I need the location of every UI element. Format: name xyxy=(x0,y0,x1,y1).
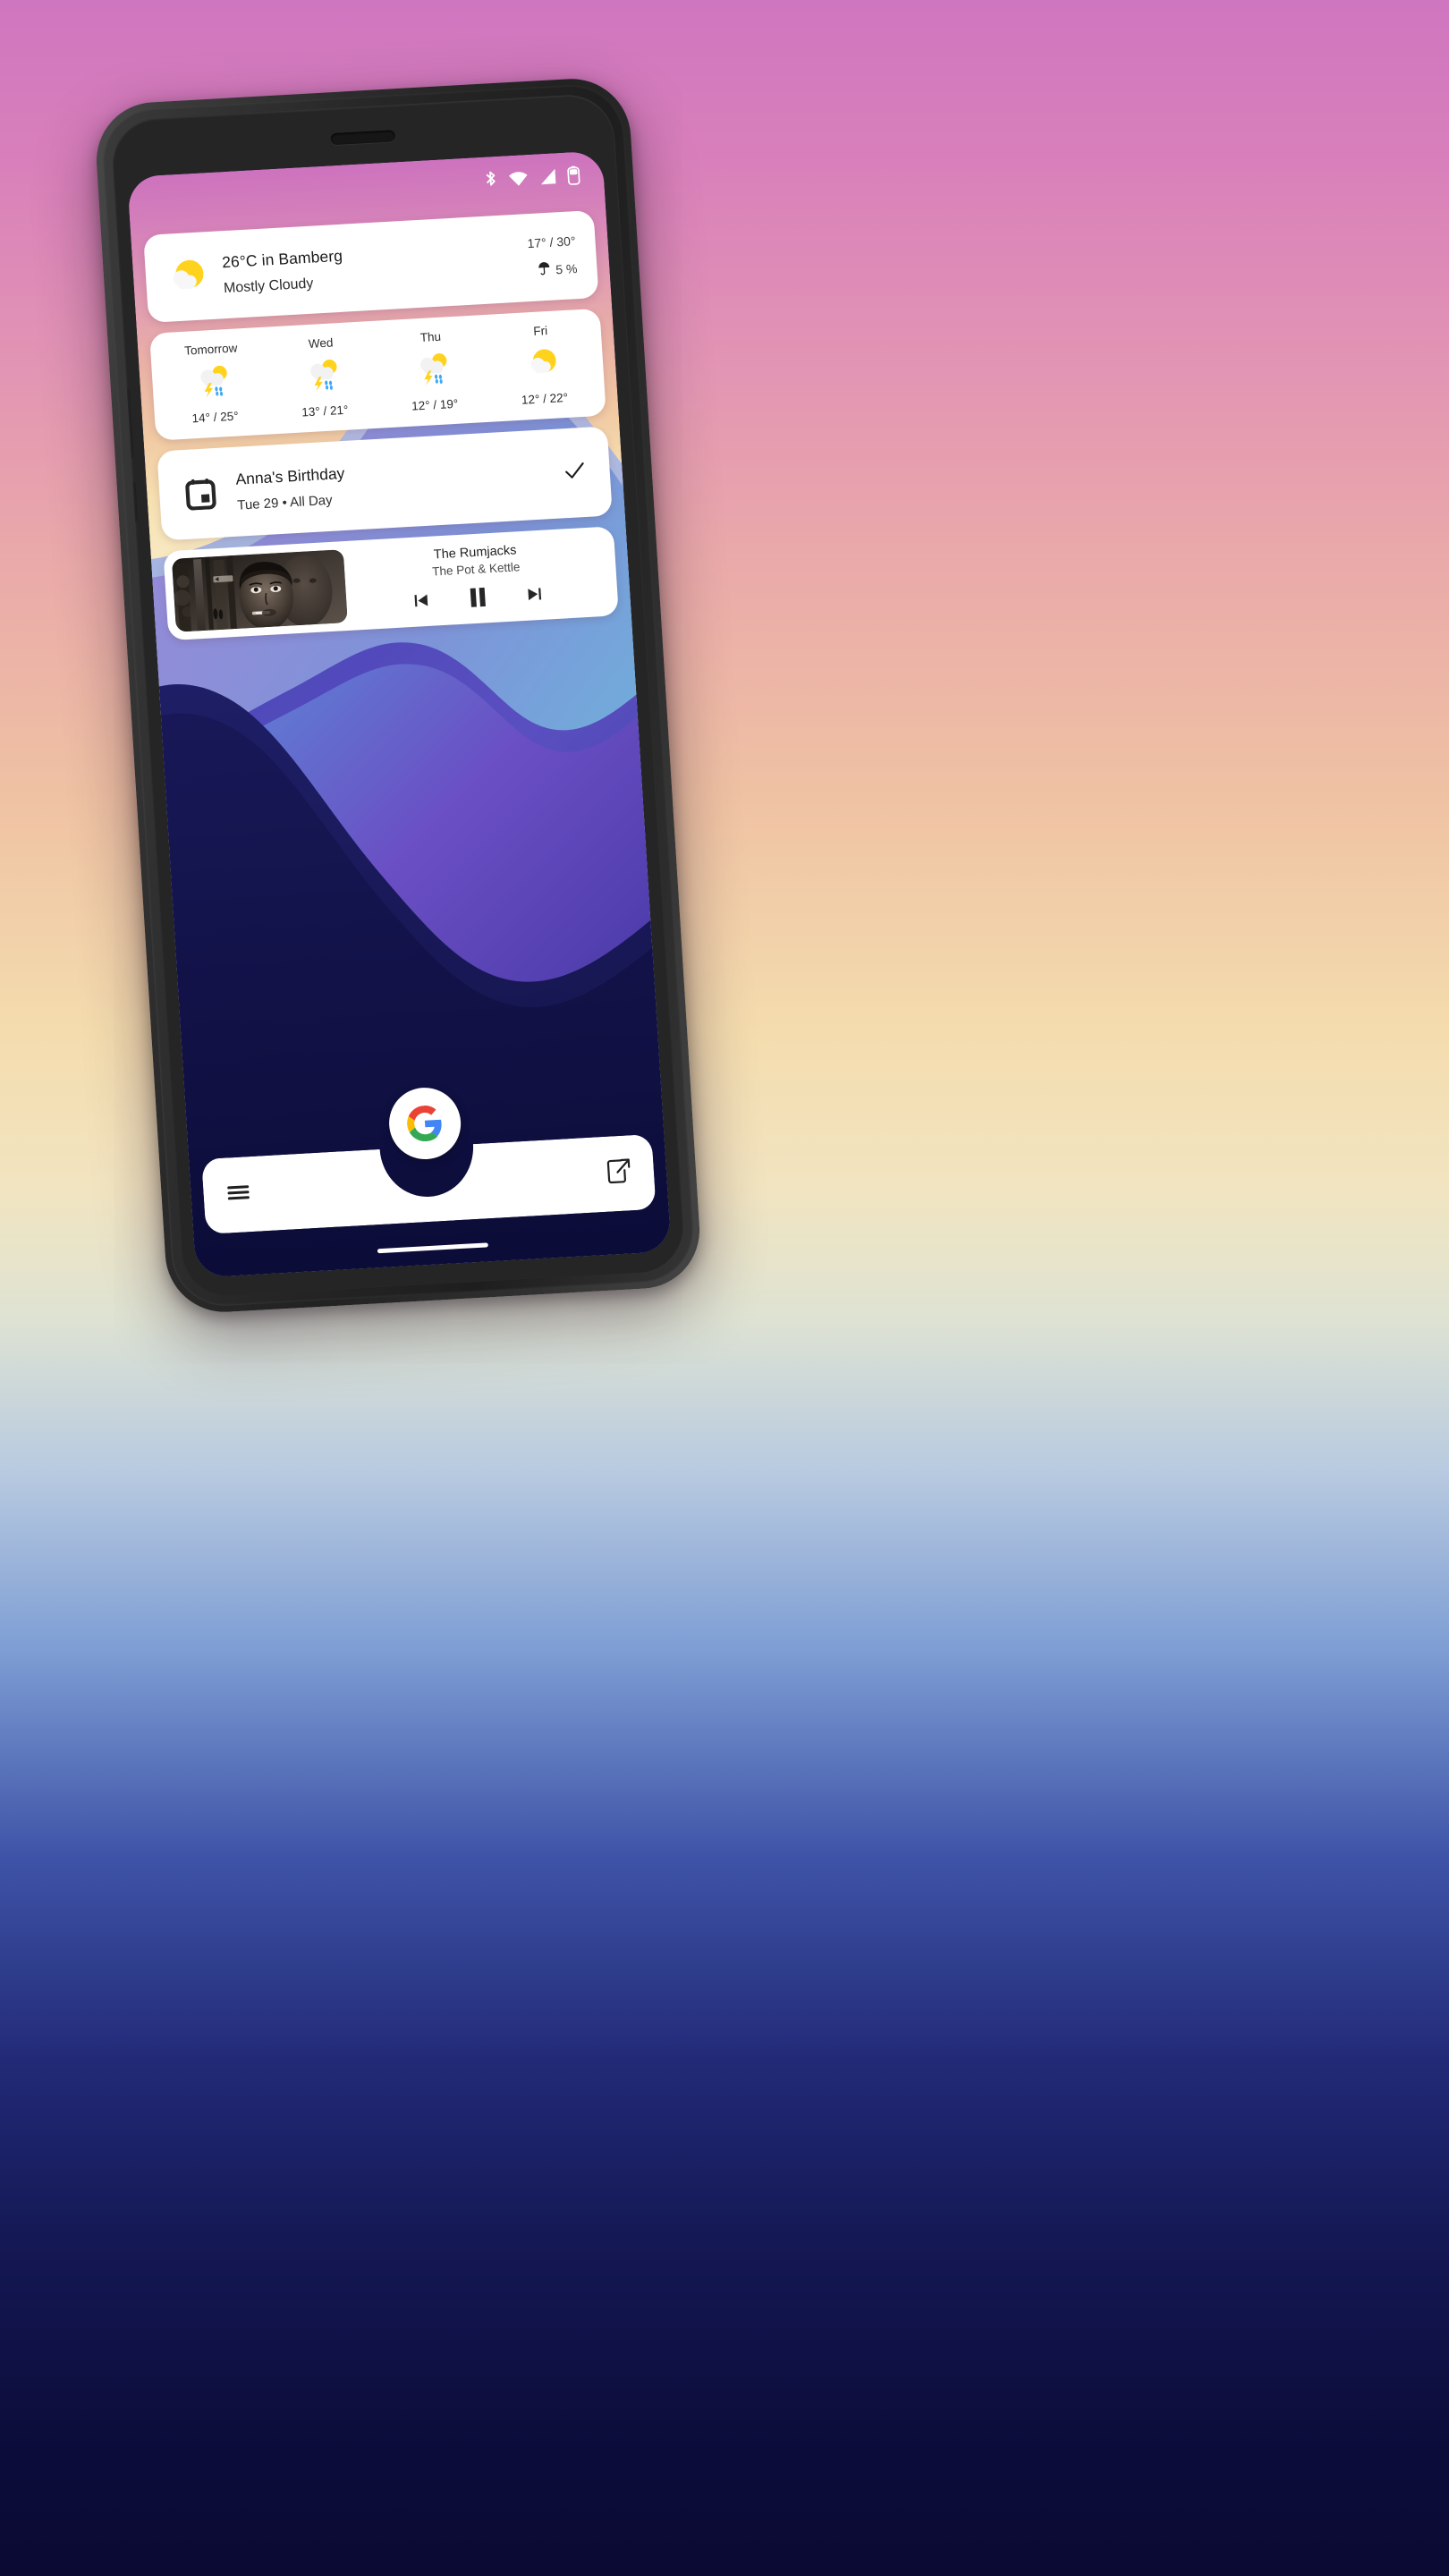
forecast-day[interactable]: Wed 13° / 21° xyxy=(266,334,381,421)
widget-stack: 26°C in Bamberg Mostly Cloudy 17° / 30° xyxy=(143,209,619,641)
forecast-day[interactable]: Tomorrow 14° / 25° xyxy=(156,340,271,428)
earpiece-speaker-icon xyxy=(330,130,396,146)
phone-mockup: 26°C in Bamberg Mostly Cloudy 17° / 30° xyxy=(92,75,704,1316)
forecast-day[interactable]: Thu 12° / 19° xyxy=(376,327,491,415)
thunderstorm-rain-icon xyxy=(412,349,453,393)
umbrella-icon xyxy=(538,261,551,279)
phone-bezel: 26°C in Bamberg Mostly Cloudy 17° / 30° xyxy=(110,92,686,1299)
media-track-title: The Pot & Kettle xyxy=(431,560,521,579)
weather-high-low: 17° / 30° xyxy=(527,233,576,251)
media-artist: The Rumjacks xyxy=(433,543,517,563)
weather-precipitation: 5 % xyxy=(538,259,578,278)
pause-icon[interactable] xyxy=(465,585,490,614)
cellular-signal-icon xyxy=(538,167,557,186)
forecast-day-temps: 13° / 21° xyxy=(301,402,349,419)
forecast-day-name: Thu xyxy=(419,329,442,344)
thunderstorm-rain-icon xyxy=(193,361,233,405)
forecast-day-temps: 12° / 22° xyxy=(521,390,569,407)
wifi-icon xyxy=(507,169,529,188)
media-controls xyxy=(412,582,545,617)
bluetooth-icon xyxy=(483,170,498,191)
forecast-day-name: Fri xyxy=(532,324,548,338)
previous-track-icon[interactable] xyxy=(412,591,432,614)
calendar-event-widget[interactable]: Anna's Birthday Tue 29 • All Day xyxy=(157,426,613,541)
forecast-day-name: Wed xyxy=(308,335,334,351)
thunderstorm-rain-icon xyxy=(303,355,343,399)
forecast-day-temps: 14° / 25° xyxy=(191,409,240,426)
forecast-day[interactable]: Fri 12° / 22° xyxy=(485,321,600,409)
weather-forecast-widget[interactable]: Tomorrow 14° / 25° Wed 13° / 21° Thu 12°… xyxy=(149,308,606,441)
sun-behind-cloud-icon xyxy=(522,343,563,386)
precipitation-value: 5 % xyxy=(555,260,578,276)
hamburger-menu-icon[interactable] xyxy=(226,1183,251,1207)
calendar-icon xyxy=(173,476,228,511)
open-external-icon[interactable] xyxy=(606,1158,631,1189)
album-art[interactable] xyxy=(171,549,348,632)
next-track-icon[interactable] xyxy=(525,585,545,608)
forecast-day-temps: 12° / 19° xyxy=(411,396,459,413)
sun-behind-cloud-icon xyxy=(159,253,216,301)
forecast-day-name: Tomorrow xyxy=(183,341,238,358)
battery-icon xyxy=(566,165,580,186)
phone-screen: 26°C in Bamberg Mostly Cloudy 17° / 30° xyxy=(127,150,672,1278)
checkmark-icon[interactable] xyxy=(563,458,593,487)
